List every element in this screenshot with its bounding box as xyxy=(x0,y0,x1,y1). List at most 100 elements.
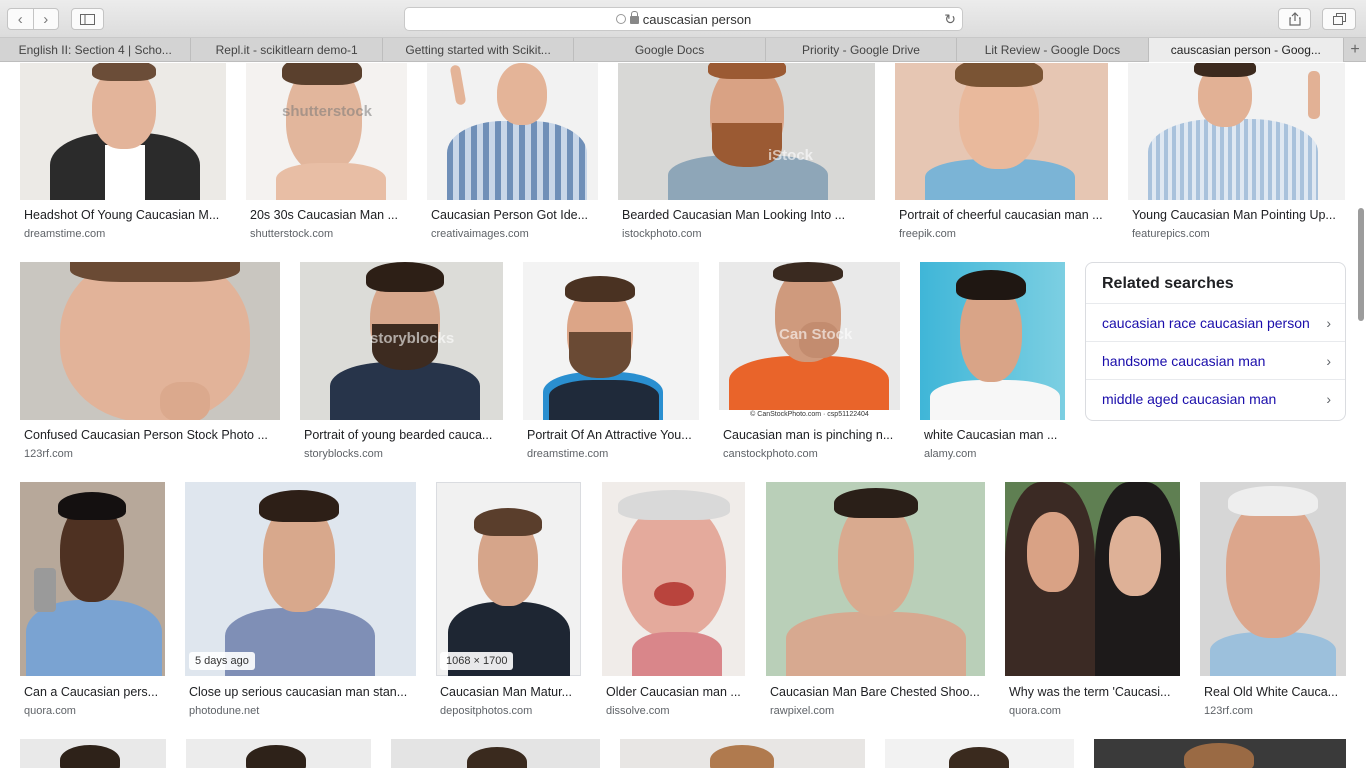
tab-scikit[interactable]: Getting started with Scikit... xyxy=(383,38,575,62)
result-card[interactable]: Why was the term 'Caucasi... quora.com xyxy=(1005,482,1180,722)
result-image[interactable] xyxy=(1200,482,1346,676)
result-image[interactable] xyxy=(1094,739,1346,768)
result-title[interactable]: Caucasian Man Matur... xyxy=(440,685,581,699)
result-card[interactable]: Caucasian Person Got Ide... creativaimag… xyxy=(427,63,598,243)
address-bar[interactable]: causcasian person ↻ xyxy=(404,7,963,31)
result-source: canstockphoto.com xyxy=(723,448,818,460)
result-card[interactable]: white Caucasian man ... alamy.com xyxy=(920,262,1065,462)
result-card[interactable] xyxy=(391,739,600,768)
result-source: dreamstime.com xyxy=(24,228,106,240)
result-card[interactable]: Can Stock © CanStockPhoto.com · csp51122… xyxy=(719,262,900,462)
image-caption: © CanStockPhoto.com · csp51122404 xyxy=(719,410,900,420)
result-title[interactable]: Older Caucasian man ... xyxy=(606,685,745,699)
result-image[interactable] xyxy=(186,739,371,768)
result-card[interactable]: Older Caucasian man ... dissolve.com xyxy=(602,482,745,722)
result-image[interactable] xyxy=(602,482,745,676)
tab-lit-review[interactable]: Lit Review - Google Docs xyxy=(957,38,1149,62)
result-card[interactable]: Headshot Of Young Caucasian M... dreamst… xyxy=(20,63,226,243)
result-image[interactable] xyxy=(391,739,600,768)
result-source: rawpixel.com xyxy=(770,705,835,717)
result-title[interactable]: Headshot Of Young Caucasian M... xyxy=(24,208,226,222)
result-card[interactable]: Portrait Of An Attractive You... dreamst… xyxy=(523,262,699,462)
result-title[interactable]: Confused Caucasian Person Stock Photo ..… xyxy=(24,428,280,442)
result-image[interactable] xyxy=(1005,482,1180,676)
related-search-item[interactable]: handsome caucasian man › xyxy=(1086,341,1345,379)
back-button[interactable]: ‹ xyxy=(8,9,34,29)
result-card[interactable] xyxy=(186,739,371,768)
result-image[interactable] xyxy=(20,63,226,200)
result-card[interactable]: 5 days ago Close up serious caucasian ma… xyxy=(185,482,416,722)
reload-icon[interactable]: ↻ xyxy=(944,11,956,28)
result-card[interactable]: storyblocks Portrait of young bearded ca… xyxy=(300,262,503,462)
new-tab-button[interactable]: + xyxy=(1344,38,1366,61)
related-search-label: caucasian race caucasian person xyxy=(1102,314,1310,331)
result-title[interactable]: white Caucasian man ... xyxy=(924,428,1065,442)
result-source: dissolve.com xyxy=(606,705,670,717)
result-title[interactable]: 20s 30s Caucasian Man ... xyxy=(250,208,407,222)
result-card[interactable]: Portrait of cheerful caucasian man ... f… xyxy=(895,63,1108,243)
share-button[interactable] xyxy=(1278,8,1311,30)
tab-english[interactable]: English II: Section 4 | Scho... xyxy=(0,38,192,62)
result-card[interactable] xyxy=(20,739,166,768)
result-image[interactable]: Can Stock © CanStockPhoto.com · csp51122… xyxy=(719,262,900,420)
result-card[interactable]: 1068 × 1700 Caucasian Man Matur... depos… xyxy=(436,482,581,722)
result-title[interactable]: Portrait Of An Attractive You... xyxy=(527,428,699,442)
result-image[interactable] xyxy=(620,739,865,768)
tabs-overview-button[interactable] xyxy=(1322,8,1356,30)
result-card[interactable]: Real Old White Cauca... 123rf.com xyxy=(1200,482,1346,722)
result-image[interactable]: shutterstock xyxy=(246,63,407,200)
result-card[interactable] xyxy=(620,739,865,768)
result-source: dreamstime.com xyxy=(527,448,609,460)
result-card[interactable] xyxy=(885,739,1074,768)
tab-replit[interactable]: Repl.it - scikitlearn demo-1 xyxy=(191,38,383,62)
result-image[interactable]: 5 days ago xyxy=(185,482,416,676)
watermark: storyblocks xyxy=(370,330,455,347)
related-search-item[interactable]: caucasian race caucasian person › xyxy=(1086,303,1345,341)
result-card[interactable]: Young Caucasian Man Pointing Up... featu… xyxy=(1128,63,1345,243)
related-search-item[interactable]: middle aged caucasian man › xyxy=(1086,379,1345,417)
tab-search-active[interactable]: causcasian person - Goog... xyxy=(1148,38,1345,62)
result-image[interactable] xyxy=(920,262,1065,420)
forward-button[interactable]: › xyxy=(34,9,59,29)
result-card[interactable] xyxy=(1094,739,1346,768)
tab-label: Repl.it - scikitlearn demo-1 xyxy=(215,43,358,57)
result-title[interactable]: Bearded Caucasian Man Looking Into ... xyxy=(622,208,875,222)
result-source: photodune.net xyxy=(189,705,260,717)
result-image[interactable]: iStock xyxy=(618,63,875,200)
sidebar-button[interactable] xyxy=(71,8,104,30)
result-image[interactable] xyxy=(20,482,165,676)
result-image[interactable] xyxy=(20,262,280,420)
result-image[interactable] xyxy=(1128,63,1345,200)
vertical-scrollbar[interactable] xyxy=(1358,208,1364,321)
nav-buttons: ‹ › xyxy=(7,8,59,30)
tab-google-docs[interactable]: Google Docs xyxy=(574,38,766,62)
result-source: quora.com xyxy=(24,705,76,717)
result-image[interactable] xyxy=(20,739,166,768)
result-card[interactable]: shutterstock 20s 30s Caucasian Man ... s… xyxy=(246,63,407,243)
related-searches-panel: Related searches caucasian race caucasia… xyxy=(1085,262,1346,421)
tab-priority[interactable]: Priority - Google Drive xyxy=(766,38,958,62)
result-image[interactable] xyxy=(766,482,985,676)
result-card[interactable]: iStock Bearded Caucasian Man Looking Int… xyxy=(618,63,875,243)
result-image[interactable] xyxy=(885,739,1074,768)
related-search-label: handsome caucasian man xyxy=(1102,352,1266,369)
result-title[interactable]: Young Caucasian Man Pointing Up... xyxy=(1132,208,1345,222)
result-card[interactable]: Can a Caucasian pers... quora.com xyxy=(20,482,165,722)
result-image[interactable]: storyblocks xyxy=(300,262,503,420)
result-image[interactable] xyxy=(523,262,699,420)
result-title[interactable]: Can a Caucasian pers... xyxy=(24,685,165,699)
result-title[interactable]: Close up serious caucasian man stan... xyxy=(189,685,416,699)
result-title[interactable]: Portrait of young bearded cauca... xyxy=(304,428,503,442)
result-card[interactable]: Confused Caucasian Person Stock Photo ..… xyxy=(20,262,280,462)
result-title[interactable]: Caucasian man is pinching n... xyxy=(723,428,900,442)
result-card[interactable]: Caucasian Man Bare Chested Shoo... rawpi… xyxy=(766,482,985,722)
result-title[interactable]: Caucasian Person Got Ide... xyxy=(431,208,598,222)
result-image[interactable]: 1068 × 1700 xyxy=(436,482,581,676)
result-image[interactable] xyxy=(427,63,598,200)
result-title[interactable]: Portrait of cheerful caucasian man ... xyxy=(899,208,1108,222)
result-image[interactable] xyxy=(895,63,1108,200)
result-title[interactable]: Real Old White Cauca... xyxy=(1204,685,1346,699)
result-title[interactable]: Caucasian Man Bare Chested Shoo... xyxy=(770,685,985,699)
result-title[interactable]: Why was the term 'Caucasi... xyxy=(1009,685,1180,699)
lock-icon xyxy=(629,11,639,24)
